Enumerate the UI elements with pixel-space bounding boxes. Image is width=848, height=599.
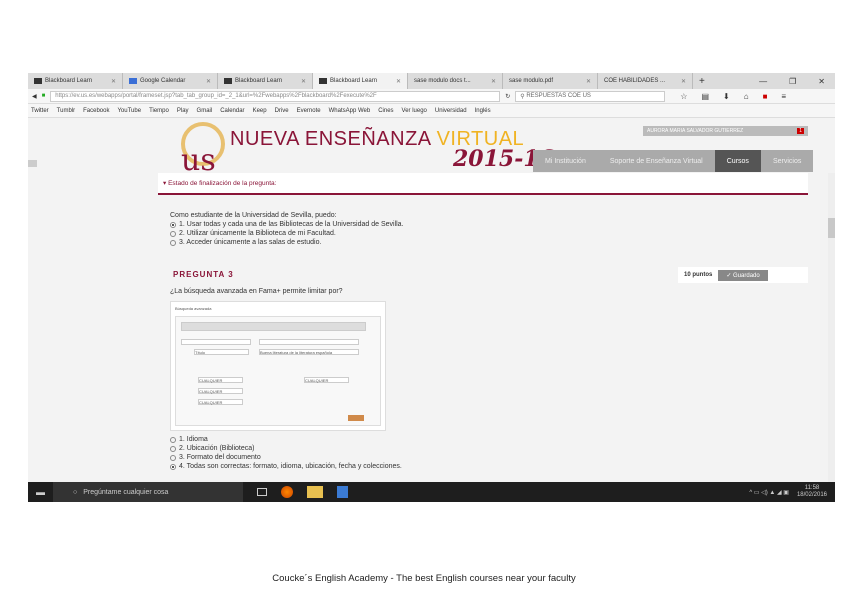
tab[interactable]: COE HABILIDADES ... ✕	[598, 73, 693, 89]
system-tray: ^ ▭ ◁) ▲ ◢ ▣ 11:58 18/02/2016	[749, 485, 827, 498]
task-view-icon[interactable]	[257, 488, 267, 496]
download-icon[interactable]: ⬇	[723, 92, 730, 101]
url-input[interactable]: https://ev.us.es/webapps/portal/frameset…	[50, 90, 501, 102]
radio[interactable]	[170, 445, 176, 452]
taskbar: ▬ ○ Pregúntame cualquier cosa ^ ▭ ◁) ▲ ◢ …	[28, 482, 835, 502]
blackboard-icon	[34, 78, 42, 84]
new-tab-icon[interactable]: +	[699, 76, 705, 87]
nav-services[interactable]: Servicios	[761, 150, 813, 172]
bookmark-item[interactable]: Gmail	[197, 108, 213, 114]
notification-badge[interactable]: 1	[797, 128, 804, 134]
tab[interactable]: Blackboard Learn ✕	[28, 73, 123, 89]
tab[interactable]: Google Calendar ✕	[123, 73, 218, 89]
radio[interactable]	[170, 239, 176, 246]
bookmark-item[interactable]: Tumblr	[57, 108, 75, 114]
reading-list-icon[interactable]: ▤	[701, 92, 709, 101]
bookmark-item[interactable]: Inglés	[475, 108, 491, 114]
user-menu[interactable]: AURORA MARIA SALVADOR GUTIERREZ 1	[643, 126, 808, 136]
nav-support[interactable]: Soporte de Enseñanza Virtual	[598, 150, 715, 172]
search-circle-icon: ○	[73, 488, 78, 496]
bookmark-item[interactable]: Facebook	[83, 108, 109, 114]
points-box: 10 puntos ✓ Guardado	[678, 267, 808, 283]
firefox-icon[interactable]	[281, 486, 293, 498]
address-bar-row: ◀ ■ https://ev.us.es/webapps/portal/fram…	[28, 89, 835, 104]
search-screenshot: Búsqueda avanzada Título Buena literatur…	[170, 301, 386, 431]
main-nav: Mi Institución Soporte de Enseñanza Virt…	[533, 150, 814, 172]
radio[interactable]	[170, 230, 176, 237]
scrollbar[interactable]	[828, 173, 835, 482]
page-footer: Coucke´s English Academy - The best Engl…	[272, 573, 576, 584]
question-3-title: PREGUNTA 3	[173, 270, 234, 279]
svg-text:us: us	[181, 143, 216, 172]
bookmark-item[interactable]: Universidad	[435, 108, 467, 114]
lock-icon: ■	[41, 93, 46, 99]
bookmark-item[interactable]: Tiempo	[149, 108, 169, 114]
question-status[interactable]: ▾ Estado de finalización de la pregunta:	[158, 173, 808, 195]
menu-icon[interactable]: ≡	[781, 92, 786, 101]
tab-active[interactable]: Blackboard Learn ✕	[313, 73, 408, 89]
tab[interactable]: sase modulo docs t... ✕	[408, 73, 503, 89]
restore-icon[interactable]: ❐	[789, 77, 796, 86]
radio-selected[interactable]	[170, 221, 176, 228]
close-window-icon[interactable]: ✕	[818, 77, 825, 86]
radio-selected[interactable]	[170, 463, 176, 470]
radio[interactable]	[170, 454, 176, 461]
minimize-icon[interactable]: —	[759, 77, 767, 86]
start-icon[interactable]: ▬	[28, 487, 53, 497]
bookmark-item[interactable]: Evernote	[297, 108, 321, 114]
bookmark-item[interactable]: Play	[177, 108, 189, 114]
close-icon[interactable]: ✕	[206, 78, 211, 85]
saved-badge: ✓ Guardado	[718, 269, 768, 281]
bookmark-item[interactable]: Keep	[253, 108, 267, 114]
question-3-options: 1. Idioma 2. Ubicación (Biblioteca) 3. F…	[170, 435, 402, 471]
blackboard-icon	[319, 78, 327, 84]
question-2: Como estudiante de la Universidad de Sev…	[170, 212, 404, 246]
cortana-search[interactable]: ○ Pregúntame cualquier cosa	[53, 482, 243, 502]
radio[interactable]	[170, 436, 176, 443]
back-icon[interactable]: ◀	[32, 93, 37, 100]
close-icon[interactable]: ✕	[111, 78, 116, 85]
calendar-icon	[129, 78, 137, 84]
side-toggle[interactable]	[28, 160, 37, 167]
test-content: ▾ Estado de finalización de la pregunta:…	[158, 173, 808, 483]
site-header: us NUEVA ENSEÑANZA VIRTUAL 2015-16 AUROR…	[28, 118, 835, 173]
bookmark-item[interactable]: Calendar	[220, 108, 244, 114]
extension-icon[interactable]: ■	[763, 92, 768, 101]
file-explorer-icon[interactable]	[307, 486, 323, 498]
browser-screenshot: Blackboard Learn ✕ Google Calendar ✕ Black…	[28, 73, 835, 502]
bookmark-item[interactable]: Cines	[378, 108, 393, 114]
search-input[interactable]: ⚲ RESPUESTAS COE US	[515, 90, 666, 102]
bookmark-item[interactable]: Ver luego	[402, 108, 427, 114]
bookmark-item[interactable]: Twitter	[31, 108, 49, 114]
home-icon[interactable]: ⌂	[744, 92, 749, 101]
close-icon[interactable]: ✕	[301, 78, 306, 85]
close-icon[interactable]: ✕	[586, 78, 591, 85]
close-icon[interactable]: ✕	[396, 78, 401, 85]
blackboard-icon	[224, 78, 232, 84]
tab-bar: Blackboard Learn ✕ Google Calendar ✕ Black…	[28, 73, 835, 89]
bookmark-item[interactable]: WhatsApp Web	[329, 108, 371, 114]
bookmark-item[interactable]: Drive	[275, 108, 289, 114]
tab[interactable]: Blackboard Learn ✕	[218, 73, 313, 89]
question-3-text: ¿La búsqueda avanzada en Fama+ permite l…	[170, 288, 343, 295]
bookmarks-bar: Twitter Tumblr Facebook YouTube Tiempo Play Gm…	[28, 104, 835, 118]
document-icon[interactable]	[337, 486, 348, 498]
reload-icon[interactable]: ↻	[505, 93, 510, 100]
tab[interactable]: sase modulo.pdf ✕	[503, 73, 598, 89]
nav-institution[interactable]: Mi Institución	[533, 150, 598, 172]
nav-courses[interactable]: Cursos	[714, 150, 761, 172]
bookmark-item[interactable]: YouTube	[117, 108, 141, 114]
close-icon[interactable]: ✕	[491, 78, 496, 85]
university-logo: us	[181, 122, 225, 172]
close-icon[interactable]: ✕	[681, 78, 686, 85]
star-icon[interactable]: ☆	[680, 92, 687, 101]
tray-icons[interactable]: ^ ▭ ◁) ▲ ◢ ▣	[749, 489, 789, 496]
